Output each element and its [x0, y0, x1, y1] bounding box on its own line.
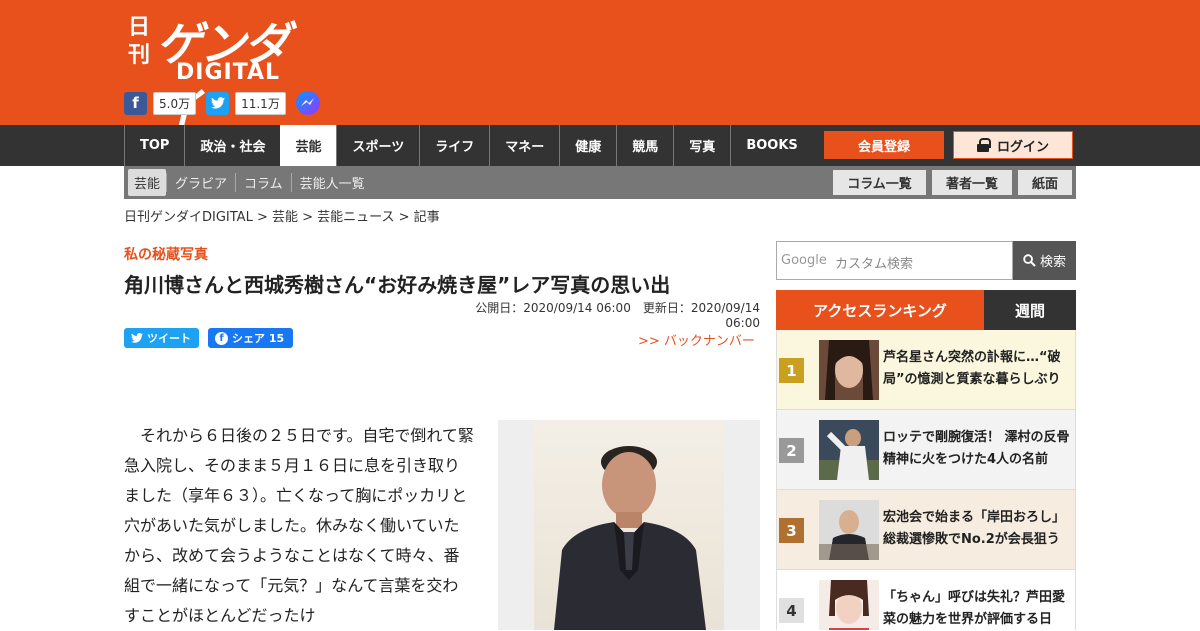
rank-number: 4 [779, 598, 804, 623]
facebook-count: 5.0万 [153, 91, 197, 115]
tweet-button[interactable]: ツイート [124, 328, 199, 348]
article-dates: 公開日：2020/09/14 06:00 更新日：2020/09/14 06:0… [475, 301, 760, 330]
search-button-label: 検索 [1039, 255, 1066, 270]
twitter-icon [131, 333, 143, 343]
nav-item[interactable]: マネー [489, 125, 559, 166]
rank-number: 1 [779, 358, 804, 383]
twitter-icon[interactable] [206, 91, 230, 115]
member-register-button[interactable]: 会員登録 [824, 131, 944, 159]
rank-headline: 芦名星さん突然の訃報に…“破局”の憶測と質素な暮らしぶり [883, 350, 1061, 387]
rank-number: 2 [779, 438, 804, 463]
nav-item[interactable]: 健康 [559, 125, 616, 166]
rank-thumbnail [819, 340, 879, 400]
rank-headline: ロッテで剛腕復活！ 澤村の反骨精神に火をつけた4人の名前 [883, 430, 1070, 467]
messenger-icon[interactable] [295, 91, 320, 115]
nav-item[interactable]: ライフ [419, 125, 489, 166]
subnav-item[interactable]: 芸能人一覧 [290, 173, 373, 192]
sub-nav: 芸能 グラビア コラム 芸能人一覧 コラム一覧 著者一覧 紙面 [124, 166, 1076, 199]
article-photo [498, 420, 760, 630]
facebook-share-button[interactable]: f シェア 15 [208, 328, 293, 348]
nav-item[interactable]: 政治・社会 [184, 125, 280, 166]
search-input[interactable]: Google カスタム検索 [776, 241, 1013, 280]
tweet-label: ツイート [147, 332, 191, 345]
login-button[interactable]: ログイン [953, 131, 1073, 159]
ranking-item[interactable]: 2 ロッテで剛腕復活！ 澤村の反骨精神に火をつけた4人の名前 [777, 410, 1075, 490]
login-label: ログイン [996, 139, 1049, 155]
site-header: 日刊 ゲンダイ DIGITAL f 5.0万 11.1万 [0, 0, 1200, 137]
article-title: 角川博さんと西城秀樹さん“お好み焼き屋”レア写真の思い出 [124, 273, 671, 297]
rank-thumbnail [819, 420, 879, 480]
twitter-count: 11.1万 [235, 91, 286, 115]
rank-number: 3 [779, 518, 804, 543]
logo-digital: DIGITAL [176, 60, 281, 85]
ranking-item[interactable]: 3 宏池会で始まる「岸田おろし」総裁選惨敗でNo.2が会長狙う [777, 490, 1075, 570]
nav-item[interactable]: TOP [124, 125, 184, 166]
search-button[interactable]: 検索 [1013, 241, 1076, 280]
ranking-item[interactable]: 1 芦名星さん突然の訃報に…“破局”の憶測と質素な暮らしぶり [777, 330, 1075, 410]
ranking-list: 1 芦名星さん突然の訃報に…“破局”の憶測と質素な暮らしぶり 2 ロッテで剛腕復活！ … [776, 330, 1076, 630]
rank-headline: 「ちゃん」呼びは失礼？芦田愛菜の魅力を世界が評価する日 [883, 590, 1066, 627]
breadcrumb[interactable]: 日刊ゲンダイDIGITAL > 芸能 > 芸能ニュース > 記事 [124, 206, 440, 225]
search-placeholder: カスタム検索 [835, 257, 914, 272]
nav-item[interactable]: 芸能 [280, 125, 337, 166]
nav-item[interactable]: 写真 [673, 125, 730, 166]
ranking-tabs: アクセスランキング 週間 [776, 290, 1076, 330]
facebook-icon: f [215, 331, 228, 345]
share-buttons: ツイート f シェア 15 [124, 328, 293, 348]
site-search: Google カスタム検索 検索 [776, 241, 1076, 280]
google-label: Google [781, 253, 827, 268]
subnav-item[interactable]: グラビア [166, 173, 235, 192]
rank-thumbnail [819, 580, 879, 630]
subnav-button[interactable]: コラム一覧 [833, 170, 926, 195]
subnav-button[interactable]: 紙面 [1018, 170, 1072, 195]
rank-headline: 宏池会で始まる「岸田おろし」総裁選惨敗でNo.2が会長狙う [883, 510, 1066, 547]
nav-item[interactable]: 競馬 [616, 125, 673, 166]
article-series[interactable]: 私の秘蔵写真 [124, 244, 208, 264]
article-body: それから６日後の２５日です。自宅で倒れて緊急入院し、そのまま５月１６日に息を引き… [124, 426, 474, 625]
social-counters: f 5.0万 11.1万 [124, 91, 320, 115]
ranking-item[interactable]: 4 「ちゃん」呼びは失礼？芦田愛菜の魅力を世界が評価する日 [777, 570, 1075, 630]
site-logo[interactable]: 日刊 ゲンダイ DIGITAL [128, 10, 308, 137]
subnav-item[interactable]: コラム [235, 173, 291, 192]
share-label: シェア 15 [232, 332, 285, 345]
backnumber-link[interactable]: >> バックナンバー [638, 330, 755, 349]
lock-icon [976, 138, 991, 152]
rank-thumbnail [819, 500, 879, 560]
subnav-item[interactable]: 芸能 [128, 169, 167, 196]
nav-item[interactable]: スポーツ [336, 125, 419, 166]
nav-item[interactable]: BOOKS [730, 125, 812, 166]
tab-weekly[interactable]: 週間 [984, 290, 1076, 330]
tab-access-ranking[interactable]: アクセスランキング [776, 290, 984, 330]
subnav-button[interactable]: 著者一覧 [932, 170, 1012, 195]
facebook-icon[interactable]: f [124, 91, 147, 115]
search-icon [1023, 254, 1036, 267]
logo-nikkan: 日刊 [128, 15, 151, 68]
